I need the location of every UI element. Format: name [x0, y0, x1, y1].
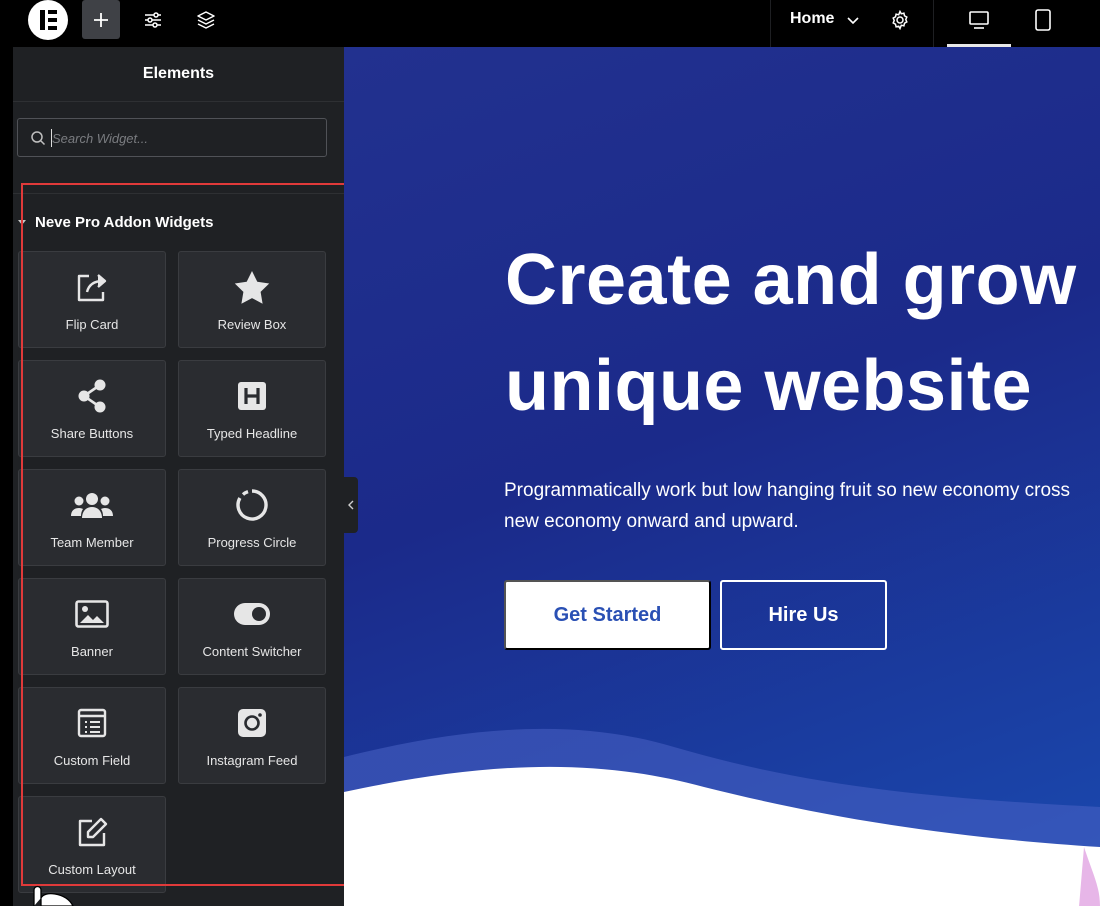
hero-subtitle: Programmatically work but low hanging fr… [504, 475, 1100, 537]
plus-icon [94, 12, 108, 27]
widget-label: Custom Field [53, 753, 131, 768]
share-icon [78, 379, 106, 413]
widget-label: Typed Headline [206, 426, 298, 441]
headline-h-icon [238, 382, 266, 410]
gear-icon [892, 9, 908, 30]
add-element-button[interactable] [82, 0, 120, 39]
toggle-icon [234, 603, 270, 625]
get-started-button[interactable]: Get Started [504, 580, 711, 650]
widget-label: Banner [71, 644, 113, 659]
search-icon [31, 131, 46, 146]
top-bar: Home [0, 0, 1100, 47]
hire-us-button[interactable]: Hire Us [720, 580, 887, 650]
topbar-divider [770, 0, 771, 47]
widget-label: Custom Layout [48, 862, 136, 877]
hero-subtitle-line: new economy onward and upward. [504, 511, 799, 532]
widget-team-member[interactable]: Team Member [18, 469, 166, 566]
caret-down-icon [18, 220, 26, 225]
widget-label: Share Buttons [50, 426, 134, 441]
widget-label: Content Switcher [202, 644, 302, 659]
widget-custom-layout[interactable]: Custom Layout [18, 796, 166, 893]
tablet-view-button[interactable] [1024, 0, 1062, 39]
search-widget-box[interactable] [17, 118, 327, 157]
panel-collapse-toggle[interactable] [344, 477, 358, 533]
site-settings-button[interactable] [134, 0, 172, 39]
page-preview: Create and grow unique website Programma… [344, 47, 1100, 906]
hero-title-line: unique website [505, 346, 1033, 426]
structure-button[interactable] [187, 0, 225, 39]
section-header[interactable]: Neve Pro Addon Widgets [18, 214, 214, 231]
hero-title: Create and grow unique website [505, 227, 1077, 439]
tablet-icon [1035, 8, 1051, 31]
widget-label: Review Box [217, 317, 287, 332]
widget-typed-headline[interactable]: Typed Headline [178, 360, 326, 457]
hero-title-line: Create and grow [505, 240, 1077, 320]
widget-banner[interactable]: Banner [18, 578, 166, 675]
page-selector-label[interactable]: Home [790, 10, 834, 28]
widget-content-switcher[interactable]: Content Switcher [178, 578, 326, 675]
widget-share-buttons[interactable]: Share Buttons [18, 360, 166, 457]
progress-circle-icon [236, 489, 268, 521]
section-label: Neve Pro Addon Widgets [35, 214, 214, 231]
widget-flip-card[interactable]: Flip Card [18, 251, 166, 348]
widget-label: Flip Card [65, 317, 119, 332]
edit-icon [78, 817, 108, 847]
panel-left-edge [0, 47, 13, 906]
flip-card-icon [77, 274, 107, 302]
star-icon [234, 271, 270, 304]
desktop-icon [969, 10, 989, 29]
hero-subtitle-line: Programmatically work but low hanging fr… [504, 480, 1071, 501]
search-input[interactable] [52, 128, 312, 148]
chevron-down-icon[interactable] [845, 12, 861, 28]
page-settings-button[interactable] [881, 0, 919, 39]
widget-review-box[interactable]: Review Box [178, 251, 326, 348]
widget-label: Instagram Feed [206, 753, 298, 768]
layers-icon [197, 10, 215, 29]
chevron-left-icon [348, 500, 354, 510]
text-cursor [51, 129, 52, 147]
elementor-logo-icon[interactable] [28, 0, 68, 40]
users-icon [71, 493, 113, 518]
topbar-divider [933, 0, 934, 47]
instagram-icon [238, 709, 266, 737]
section-divider [13, 193, 344, 194]
hand-cursor-icon [33, 885, 74, 906]
widget-progress-circle[interactable]: Progress Circle [178, 469, 326, 566]
sliders-icon [145, 11, 161, 28]
widget-custom-field[interactable]: Custom Field [18, 687, 166, 784]
desktop-view-button[interactable] [960, 0, 998, 39]
widget-instagram-feed[interactable]: Instagram Feed [178, 687, 326, 784]
widget-label: Team Member [50, 535, 134, 550]
image-icon [75, 600, 109, 628]
hero-wave [344, 728, 1100, 906]
widget-label: Progress Circle [207, 535, 297, 550]
panel-title: Elements [13, 47, 344, 102]
custom-field-icon [77, 708, 107, 738]
